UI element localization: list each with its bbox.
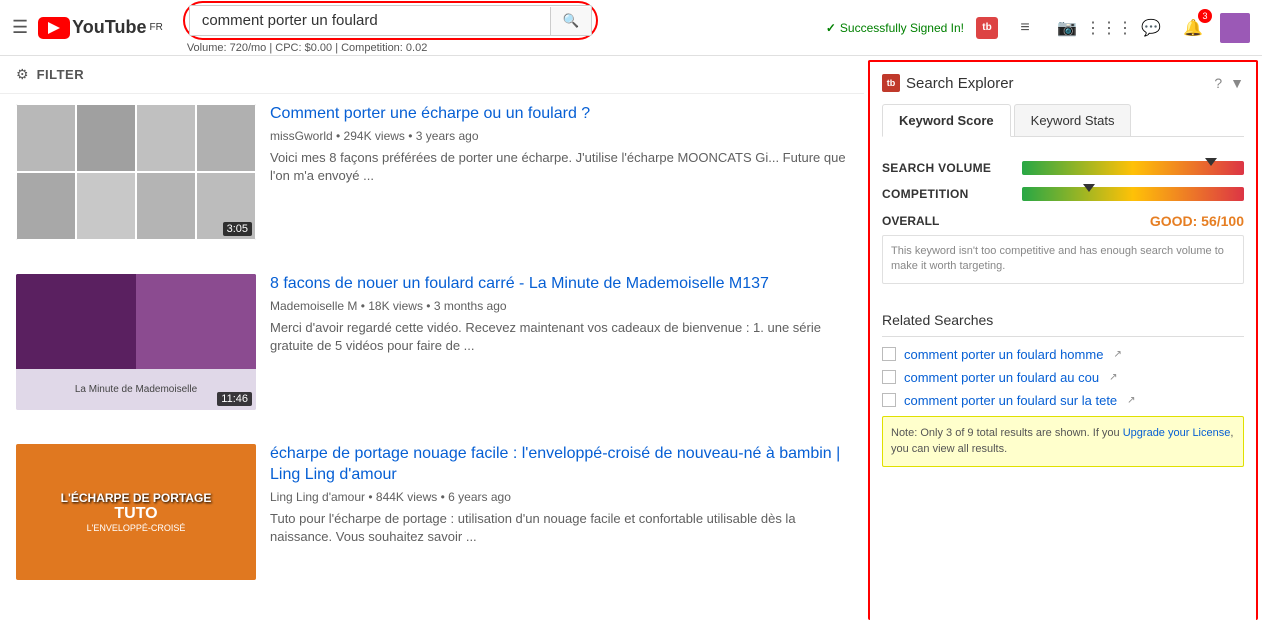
topbar-right: Successfully Signed In! tb ≡ 📷 ⋮⋮⋮ 💬 🔔 3 — [826, 13, 1250, 43]
tabs: Keyword Score Keyword Stats — [882, 104, 1244, 137]
tab-keyword-score[interactable]: Keyword Score — [882, 104, 1011, 137]
video-thumbnail[interactable]: La Minute de Mademoiselle 11:46 — [16, 274, 256, 410]
video-desc: Merci d'avoir regardé cette vidéo. Recev… — [270, 319, 848, 355]
search-volume-label: SEARCH VOLUME — [882, 161, 1022, 175]
main-wrapper: ⚙ FILTER 3:05 — [0, 56, 1262, 624]
related-checkbox-2[interactable] — [882, 393, 896, 407]
thumb-grid — [16, 104, 256, 240]
menu-icon[interactable]: ☰ — [12, 17, 28, 38]
list-item: comment porter un foulard au cou ↗ — [882, 370, 1244, 385]
score-bar-bg — [1022, 161, 1244, 175]
video-title[interactable]: Comment porter une écharpe ou un foulard… — [270, 104, 848, 125]
search-meta: Volume: 720/mo | CPC: $0.00 | Competitio… — [187, 42, 683, 54]
filter-bar: ⚙ FILTER — [0, 56, 864, 94]
video-desc: Voici mes 8 façons préférées de porter u… — [270, 149, 848, 185]
search-volume-bar — [1022, 161, 1244, 175]
video-desc: Tuto pour l'écharpe de portage : utilisa… — [270, 510, 848, 546]
video-meta: Mademoiselle M • 18K views • 3 months ag… — [270, 299, 848, 313]
grid-icon[interactable]: ⋮⋮⋮ — [1094, 13, 1124, 43]
panel-title: Search Explorer — [906, 75, 1014, 92]
sidebar-panel: tb Search Explorer ? ▼ Keyword Score Key… — [868, 60, 1258, 620]
video-meta: missGworld • 294K views • 3 years ago — [270, 129, 848, 143]
video-info: écharpe de portage nouage facile : l'env… — [270, 444, 848, 580]
upgrade-link[interactable]: Upgrade your License — [1123, 427, 1231, 439]
related-link-0[interactable]: comment porter un foulard homme — [904, 347, 1103, 362]
video-meta: Ling Ling d'amour • 844K views • 6 years… — [270, 490, 848, 504]
related-checkbox-1[interactable] — [882, 370, 896, 384]
chevron-down-icon[interactable]: ▼ — [1230, 75, 1244, 91]
external-link-icon: ↗ — [1109, 372, 1117, 383]
video-info: Comment porter une écharpe ou un foulard… — [270, 104, 848, 240]
related-link-1[interactable]: comment porter un foulard au cou — [904, 370, 1099, 385]
panel-logo: tb Search Explorer — [882, 74, 1014, 92]
filter-icon[interactable]: ⚙ — [16, 66, 29, 83]
signed-in-text: Successfully Signed In! — [826, 21, 964, 35]
list-item: comment porter un foulard homme ↗ — [882, 347, 1244, 362]
overall-label: OVERALL — [882, 214, 1022, 228]
search-input[interactable] — [190, 6, 550, 35]
table-row: 3:05 Comment porter une écharpe ou un fo… — [16, 104, 848, 250]
related-searches-list: comment porter un foulard homme ↗ commen… — [882, 347, 1244, 408]
table-row: La Minute de Mademoiselle 11:46 8 facons… — [16, 274, 848, 420]
chat-icon[interactable]: 💬 — [1136, 13, 1166, 43]
search-volume-row: SEARCH VOLUME — [882, 161, 1244, 175]
video-info: 8 facons de nouer un foulard carré - La … — [270, 274, 848, 410]
related-searches-header: Related Searches — [882, 304, 1244, 337]
topbar: ☰ YouTubeFR 🔍 Volume: 720/mo | CPC: $0.0… — [0, 0, 1262, 56]
camera-icon[interactable]: 📷 — [1052, 13, 1082, 43]
score-bar-bg — [1022, 187, 1244, 201]
menu-lines-icon[interactable]: ≡ — [1010, 13, 1040, 43]
external-link-icon: ↗ — [1113, 349, 1121, 360]
panel-header: tb Search Explorer ? ▼ — [882, 74, 1244, 92]
related-link-2[interactable]: comment porter un foulard sur la tete — [904, 393, 1117, 408]
search-bar: 🔍 — [189, 5, 593, 36]
yt-logo-sup: FR — [149, 22, 162, 33]
yt-logo-text: YouTube — [72, 17, 146, 38]
overall-value: GOOD: 56/100 — [1150, 213, 1244, 229]
external-link-icon: ↗ — [1127, 395, 1135, 406]
yt-play-icon — [38, 17, 70, 39]
panel-logo-icon: tb — [882, 74, 900, 92]
video-duration: 11:46 — [217, 392, 252, 406]
video-title[interactable]: 8 facons de nouer un foulard carré - La … — [270, 274, 848, 295]
score-marker — [1205, 158, 1217, 166]
overall-desc: This keyword isn't too competitive and h… — [882, 235, 1244, 284]
search-circle: 🔍 — [183, 1, 599, 40]
bell-icon[interactable]: 🔔 3 — [1178, 13, 1208, 43]
panel-actions: ? ▼ — [1214, 75, 1244, 91]
youtube-logo[interactable]: YouTubeFR — [38, 17, 163, 39]
search-button[interactable]: 🔍 — [550, 7, 592, 35]
avatar[interactable] — [1220, 13, 1250, 43]
filter-label: FILTER — [37, 67, 85, 82]
video-duration: 3:05 — [223, 222, 252, 236]
list-item: comment porter un foulard sur la tete ↗ — [882, 393, 1244, 408]
related-checkbox-0[interactable] — [882, 347, 896, 361]
video-thumbnail[interactable]: 3:05 — [16, 104, 256, 240]
note-text: Note: Only 3 of 9 total results are show… — [891, 427, 1123, 439]
video-thumbnail[interactable]: L'ÉCHARPE DE PORTAGE TUTO L'ENVELOPPÉ-CR… — [16, 444, 256, 580]
score-section: SEARCH VOLUME COMPETITION OVERALL GOOD: — [882, 151, 1244, 304]
search-wrapper: 🔍 Volume: 720/mo | CPC: $0.00 | Competit… — [183, 1, 683, 54]
content-area: ⚙ FILTER 3:05 — [0, 56, 864, 624]
tab-keyword-stats[interactable]: Keyword Stats — [1014, 104, 1132, 136]
competition-bar — [1022, 187, 1244, 201]
competition-label: COMPETITION — [882, 187, 1022, 201]
tb-logo-icon[interactable]: tb — [976, 17, 998, 39]
video-title[interactable]: écharpe de portage nouage facile : l'env… — [270, 444, 848, 486]
competition-row: COMPETITION — [882, 187, 1244, 201]
note-box: Note: Only 3 of 9 total results are show… — [882, 416, 1244, 467]
overall-row: OVERALL GOOD: 56/100 — [882, 213, 1244, 229]
table-row: L'ÉCHARPE DE PORTAGE TUTO L'ENVELOPPÉ-CR… — [16, 444, 848, 590]
video-list: 3:05 Comment porter une écharpe ou un fo… — [0, 94, 864, 624]
help-icon[interactable]: ? — [1214, 75, 1222, 91]
notif-badge: 3 — [1198, 9, 1212, 23]
score-marker — [1083, 184, 1095, 192]
